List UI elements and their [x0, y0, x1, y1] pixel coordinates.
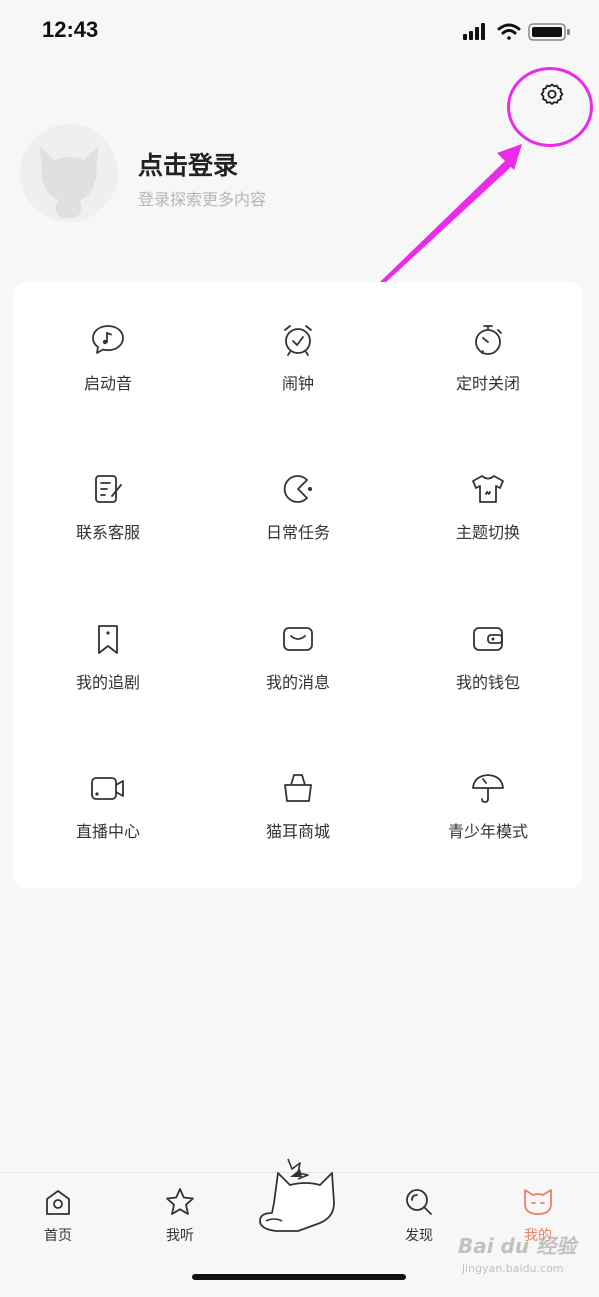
cat-face-icon — [524, 1189, 552, 1215]
cat-avatar-icon — [40, 146, 98, 218]
menu-item-label: 我的消息 — [265, 673, 330, 692]
status-time: 12:43 — [42, 17, 99, 42]
menu-item-daily-tasks[interactable]: 日常任务 — [203, 431, 393, 581]
menu-item-label: 启动音 — [83, 374, 132, 393]
pacman-icon — [283, 475, 312, 503]
edit-note-icon — [95, 475, 122, 503]
status-icons — [463, 22, 573, 42]
menu-item-teen-mode[interactable]: 青少年模式 — [393, 730, 583, 880]
menu-item-label: 联系客服 — [75, 523, 140, 542]
watermark-url: jingyan.baidu.com — [462, 1262, 564, 1275]
menu-item-label: 定时关闭 — [455, 374, 520, 393]
cat-mascot-icon — [259, 1158, 335, 1232]
status-bar: 12:43 — [0, 0, 599, 60]
menu-item-my-dramas[interactable]: 我的追剧 — [13, 581, 203, 731]
tab-label: 首页 — [44, 1228, 72, 1244]
center-cat-button[interactable] — [252, 1155, 344, 1237]
menu-item-label: 猫耳商城 — [265, 822, 330, 841]
home-indicator — [192, 1274, 406, 1280]
watermark-logo: Bai du 经验 — [458, 1234, 577, 1258]
music-bubble-icon — [92, 325, 124, 354]
menu-item-label: 青少年模式 — [447, 822, 528, 841]
wifi-icon — [497, 23, 521, 40]
menu-item-startup-sound[interactable]: 启动音 — [13, 282, 203, 432]
tab-home[interactable]: 首页 — [18, 1185, 98, 1255]
envelope-icon — [283, 627, 313, 651]
shopping-bag-icon — [284, 774, 312, 802]
menu-item-live-center[interactable]: 直播中心 — [13, 730, 203, 880]
menu-item-label: 我的追剧 — [75, 673, 140, 692]
menu-item-label: 主题切换 — [455, 523, 520, 542]
tab-label: 我听 — [166, 1228, 194, 1244]
alarm-clock-icon — [284, 325, 312, 356]
bookmark-icon — [98, 625, 118, 654]
wallet-icon — [473, 627, 503, 651]
tab-label: 发现 — [405, 1228, 433, 1244]
menu-item-my-wallet[interactable]: 我的钱包 — [393, 581, 583, 731]
timer-icon — [475, 325, 502, 355]
star-icon — [166, 1188, 194, 1215]
tab-listen[interactable]: 我听 — [140, 1185, 220, 1255]
menu-item-alarm[interactable]: 闹钟 — [203, 282, 393, 432]
tshirt-icon — [472, 475, 504, 503]
menu-item-label: 闹钟 — [281, 374, 314, 393]
menu-card: 启动音 闹钟 定时关闭 联系客服 日常任务 主题切换 我的追剧 我的消息 我的钱… — [13, 282, 583, 888]
menu-item-label: 日常任务 — [265, 523, 330, 542]
avatar[interactable] — [20, 124, 118, 222]
menu-item-label: 我的钱包 — [455, 673, 520, 692]
signal-icon — [463, 23, 485, 40]
video-camera-icon — [91, 777, 124, 800]
login-title[interactable]: 点击登录 — [138, 146, 238, 182]
tab-discover[interactable]: 发现 — [379, 1185, 459, 1255]
umbrella-icon — [472, 774, 504, 803]
menu-item-theme-switch[interactable]: 主题切换 — [393, 431, 583, 581]
search-icon — [406, 1189, 432, 1215]
annotation-circle — [507, 67, 593, 147]
menu-item-maoer-mall[interactable]: 猫耳商城 — [203, 730, 393, 880]
menu-item-label: 直播中心 — [75, 822, 140, 841]
login-subtitle: 登录探索更多内容 — [138, 190, 267, 209]
menu-item-my-messages[interactable]: 我的消息 — [203, 581, 393, 731]
menu-item-customer-service[interactable]: 联系客服 — [13, 431, 203, 581]
battery-icon — [528, 23, 570, 41]
home-icon — [46, 1190, 70, 1215]
menu-item-sleep-timer[interactable]: 定时关闭 — [393, 282, 583, 432]
